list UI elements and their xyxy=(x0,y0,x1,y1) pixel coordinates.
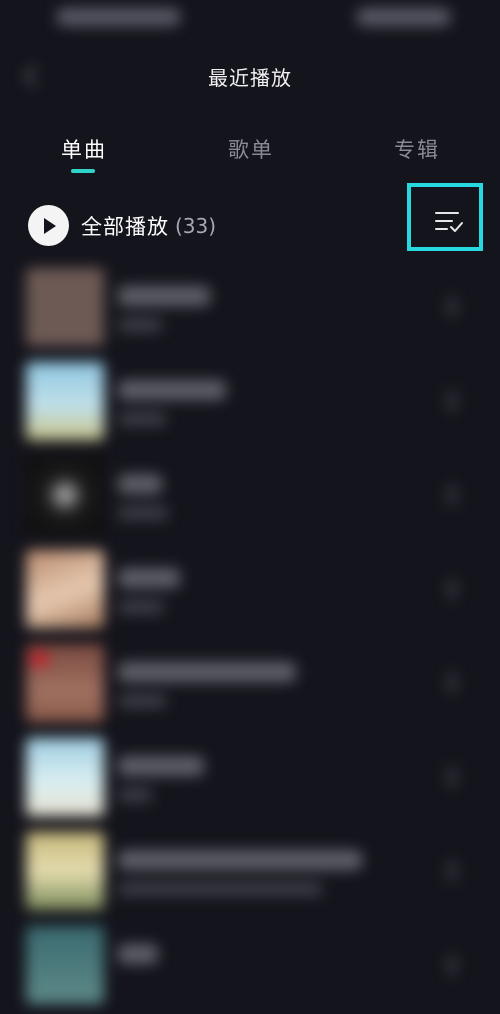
song-artist xyxy=(118,318,162,332)
song-row[interactable] xyxy=(0,736,500,826)
song-row[interactable] xyxy=(0,924,500,1014)
more-icon[interactable] xyxy=(448,578,456,600)
tab-playlists[interactable]: 歌单 xyxy=(228,134,274,164)
status-bar xyxy=(0,0,500,40)
page-title: 最近播放 xyxy=(208,66,292,90)
active-tab-indicator xyxy=(71,169,95,173)
song-row[interactable] xyxy=(0,548,500,638)
status-bar-right xyxy=(356,8,451,26)
song-artist xyxy=(118,882,322,896)
song-cover xyxy=(26,738,104,816)
song-cover xyxy=(26,550,104,628)
more-icon[interactable] xyxy=(448,484,456,506)
song-row[interactable] xyxy=(0,830,500,920)
song-title xyxy=(118,286,210,306)
more-icon[interactable] xyxy=(448,296,456,318)
sort-button[interactable] xyxy=(431,207,467,237)
song-artist xyxy=(118,412,166,426)
song-cover xyxy=(26,926,104,1004)
more-icon[interactable] xyxy=(448,766,456,788)
song-row[interactable] xyxy=(0,642,500,732)
song-row[interactable] xyxy=(0,360,500,450)
song-cover xyxy=(26,456,104,534)
song-cover xyxy=(26,832,104,910)
song-title xyxy=(118,850,362,870)
more-icon[interactable] xyxy=(448,860,456,882)
play-all-count: (33) xyxy=(175,213,217,238)
song-row[interactable] xyxy=(0,266,500,356)
tab-singles[interactable]: 单曲 xyxy=(61,134,107,164)
song-title xyxy=(118,944,158,964)
play-all-label: 全部播放 xyxy=(81,214,169,239)
song-row[interactable] xyxy=(0,454,500,544)
song-artist xyxy=(118,694,166,708)
song-cover xyxy=(26,268,104,346)
more-icon[interactable] xyxy=(448,672,456,694)
tab-albums[interactable]: 专辑 xyxy=(394,134,440,164)
play-icon xyxy=(28,205,69,246)
status-bar-left xyxy=(56,8,181,26)
song-artist xyxy=(118,788,152,802)
song-cover xyxy=(26,362,104,440)
song-title xyxy=(118,380,226,400)
cover-badge xyxy=(30,652,48,666)
song-title xyxy=(118,662,296,682)
song-title xyxy=(118,568,180,588)
play-all-button[interactable]: 全部播放 (33) xyxy=(28,205,216,246)
song-title xyxy=(118,756,204,776)
list-check-icon xyxy=(435,212,463,232)
more-icon[interactable] xyxy=(448,390,456,412)
song-artist xyxy=(118,506,168,520)
more-icon[interactable] xyxy=(448,954,456,976)
song-title xyxy=(118,474,162,494)
song-artist xyxy=(118,600,164,614)
